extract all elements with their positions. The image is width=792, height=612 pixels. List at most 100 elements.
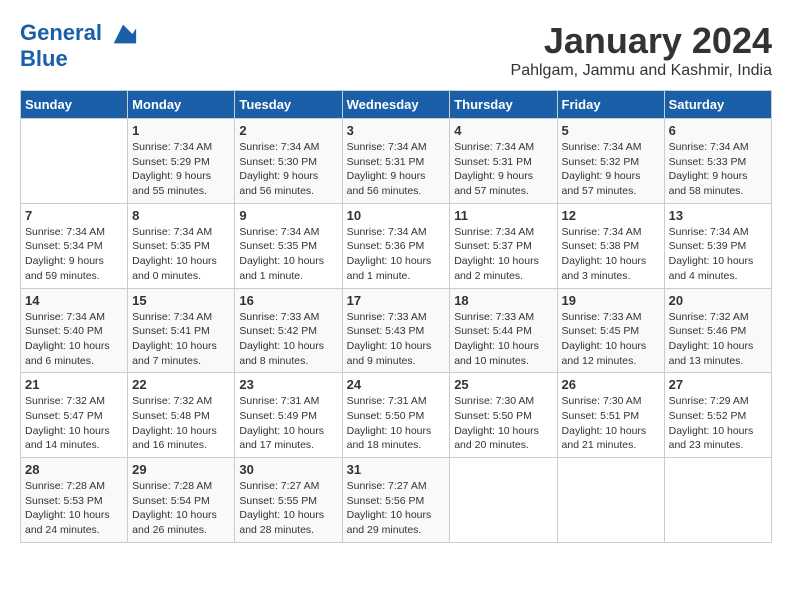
calendar-cell: 17 Sunrise: 7:33 AMSunset: 5:43 PMDayligh… bbox=[342, 288, 450, 373]
calendar-cell bbox=[557, 458, 664, 543]
day-number: 17 bbox=[347, 293, 446, 308]
day-number: 7 bbox=[25, 208, 123, 223]
day-info: Sunrise: 7:33 AMSunset: 5:43 PMDaylight:… bbox=[347, 310, 446, 369]
day-info: Sunrise: 7:34 AMSunset: 5:32 PMDaylight:… bbox=[562, 140, 660, 199]
day-number: 22 bbox=[132, 377, 230, 392]
day-number: 25 bbox=[454, 377, 552, 392]
page-header: General Blue January 2024 Pahlgam, Jammu… bbox=[20, 20, 772, 80]
day-info: Sunrise: 7:32 AMSunset: 5:46 PMDaylight:… bbox=[669, 310, 767, 369]
day-number: 15 bbox=[132, 293, 230, 308]
day-number: 28 bbox=[25, 462, 123, 477]
day-number: 31 bbox=[347, 462, 446, 477]
day-info: Sunrise: 7:27 AMSunset: 5:55 PMDaylight:… bbox=[239, 479, 337, 538]
logo-text: General bbox=[20, 20, 138, 48]
calendar-cell: 31Sunrise: 7:27 AMSunset: 5:56 PMDayligh… bbox=[342, 458, 450, 543]
day-info: Sunrise: 7:28 AMSunset: 5:53 PMDaylight:… bbox=[25, 479, 123, 538]
day-info: Sunrise: 7:34 AMSunset: 5:39 PMDaylight:… bbox=[669, 225, 767, 284]
column-header-thursday: Thursday bbox=[450, 91, 557, 119]
calendar-cell: 19Sunrise: 7:33 AMSunset: 5:45 PMDayligh… bbox=[557, 288, 664, 373]
day-info: Sunrise: 7:30 AMSunset: 5:51 PMDaylight:… bbox=[562, 394, 660, 453]
calendar-cell: 27Sunrise: 7:29 AMSunset: 5:52 PMDayligh… bbox=[664, 373, 771, 458]
calendar-cell: 28 Sunrise: 7:28 AMSunset: 5:53 PMDayligh… bbox=[21, 458, 128, 543]
calendar-week-2: 7 Sunrise: 7:34 AMSunset: 5:34 PMDaylight… bbox=[21, 203, 772, 288]
calendar-week-1: 1Sunrise: 7:34 AMSunset: 5:29 PMDaylight… bbox=[21, 119, 772, 204]
calendar-cell: 30Sunrise: 7:27 AMSunset: 5:55 PMDayligh… bbox=[235, 458, 342, 543]
day-info: Sunrise: 7:34 AMSunset: 5:33 PMDaylight:… bbox=[669, 140, 767, 199]
calendar-cell: 3Sunrise: 7:34 AMSunset: 5:31 PMDaylight… bbox=[342, 119, 450, 204]
day-number: 4 bbox=[454, 123, 552, 138]
calendar-cell: 7 Sunrise: 7:34 AMSunset: 5:34 PMDaylight… bbox=[21, 203, 128, 288]
day-number: 26 bbox=[562, 377, 660, 392]
day-info: Sunrise: 7:34 AMSunset: 5:36 PMDaylight:… bbox=[347, 225, 446, 284]
calendar-cell bbox=[664, 458, 771, 543]
day-info: Sunrise: 7:34 AMSunset: 5:31 PMDaylight:… bbox=[454, 140, 552, 199]
day-number: 11 bbox=[454, 208, 552, 223]
day-info: Sunrise: 7:29 AMSunset: 5:52 PMDaylight:… bbox=[669, 394, 767, 453]
day-info: Sunrise: 7:33 AMSunset: 5:42 PMDaylight:… bbox=[239, 310, 337, 369]
calendar-cell: 24Sunrise: 7:31 AMSunset: 5:50 PMDayligh… bbox=[342, 373, 450, 458]
day-number: 10 bbox=[347, 208, 446, 223]
calendar-cell: 14Sunrise: 7:34 AMSunset: 5:40 PMDayligh… bbox=[21, 288, 128, 373]
day-number: 13 bbox=[669, 208, 767, 223]
calendar-cell: 11 Sunrise: 7:34 AMSunset: 5:37 PMDayligh… bbox=[450, 203, 557, 288]
calendar-header-row: SundayMondayTuesdayWednesdayThursdayFrid… bbox=[21, 91, 772, 119]
calendar-cell: 4 Sunrise: 7:34 AMSunset: 5:31 PMDaylight… bbox=[450, 119, 557, 204]
day-number: 18 bbox=[454, 293, 552, 308]
day-number: 8 bbox=[132, 208, 230, 223]
column-header-sunday: Sunday bbox=[21, 91, 128, 119]
calendar-week-4: 21 Sunrise: 7:32 AMSunset: 5:47 PMDayligh… bbox=[21, 373, 772, 458]
day-info: Sunrise: 7:32 AMSunset: 5:47 PMDaylight:… bbox=[25, 394, 123, 453]
calendar-cell: 15Sunrise: 7:34 AMSunset: 5:41 PMDayligh… bbox=[128, 288, 235, 373]
day-number: 24 bbox=[347, 377, 446, 392]
calendar-table: SundayMondayTuesdayWednesdayThursdayFrid… bbox=[20, 90, 772, 543]
day-info: Sunrise: 7:34 AMSunset: 5:37 PMDaylight:… bbox=[454, 225, 552, 284]
day-info: Sunrise: 7:33 AMSunset: 5:44 PMDaylight:… bbox=[454, 310, 552, 369]
day-number: 20 bbox=[669, 293, 767, 308]
day-number: 2 bbox=[239, 123, 337, 138]
calendar-body: 1Sunrise: 7:34 AMSunset: 5:29 PMDaylight… bbox=[21, 119, 772, 543]
calendar-cell: 26 Sunrise: 7:30 AMSunset: 5:51 PMDayligh… bbox=[557, 373, 664, 458]
column-header-wednesday: Wednesday bbox=[342, 91, 450, 119]
day-number: 21 bbox=[25, 377, 123, 392]
column-header-tuesday: Tuesday bbox=[235, 91, 342, 119]
day-info: Sunrise: 7:34 AMSunset: 5:40 PMDaylight:… bbox=[25, 310, 123, 369]
day-info: Sunrise: 7:34 AMSunset: 5:35 PMDaylight:… bbox=[239, 225, 337, 284]
calendar-week-5: 28 Sunrise: 7:28 AMSunset: 5:53 PMDayligh… bbox=[21, 458, 772, 543]
calendar-cell bbox=[450, 458, 557, 543]
calendar-cell: 8 Sunrise: 7:34 AMSunset: 5:35 PMDaylight… bbox=[128, 203, 235, 288]
column-header-saturday: Saturday bbox=[664, 91, 771, 119]
day-info: Sunrise: 7:32 AMSunset: 5:48 PMDaylight:… bbox=[132, 394, 230, 453]
title-block: January 2024 Pahlgam, Jammu and Kashmir,… bbox=[511, 20, 772, 80]
column-header-monday: Monday bbox=[128, 91, 235, 119]
logo-line2: Blue bbox=[20, 48, 138, 70]
calendar-cell: 25 Sunrise: 7:30 AMSunset: 5:50 PMDayligh… bbox=[450, 373, 557, 458]
calendar-cell: 5 Sunrise: 7:34 AMSunset: 5:32 PMDaylight… bbox=[557, 119, 664, 204]
calendar-cell: 1Sunrise: 7:34 AMSunset: 5:29 PMDaylight… bbox=[128, 119, 235, 204]
calendar-cell: 29 Sunrise: 7:28 AMSunset: 5:54 PMDayligh… bbox=[128, 458, 235, 543]
logo-icon bbox=[110, 20, 138, 48]
day-info: Sunrise: 7:30 AMSunset: 5:50 PMDaylight:… bbox=[454, 394, 552, 453]
calendar-cell bbox=[21, 119, 128, 204]
day-info: Sunrise: 7:34 AMSunset: 5:30 PMDaylight:… bbox=[239, 140, 337, 199]
calendar-cell: 13 Sunrise: 7:34 AMSunset: 5:39 PMDayligh… bbox=[664, 203, 771, 288]
calendar-cell: 12 Sunrise: 7:34 AMSunset: 5:38 PMDayligh… bbox=[557, 203, 664, 288]
calendar-cell: 21 Sunrise: 7:32 AMSunset: 5:47 PMDayligh… bbox=[21, 373, 128, 458]
day-info: Sunrise: 7:34 AMSunset: 5:38 PMDaylight:… bbox=[562, 225, 660, 284]
calendar-cell: 9 Sunrise: 7:34 AMSunset: 5:35 PMDaylight… bbox=[235, 203, 342, 288]
day-number: 12 bbox=[562, 208, 660, 223]
day-info: Sunrise: 7:34 AMSunset: 5:29 PMDaylight:… bbox=[132, 140, 230, 199]
day-number: 23 bbox=[239, 377, 337, 392]
day-info: Sunrise: 7:34 AMSunset: 5:35 PMDaylight:… bbox=[132, 225, 230, 284]
day-info: Sunrise: 7:34 AMSunset: 5:34 PMDaylight:… bbox=[25, 225, 123, 284]
day-info: Sunrise: 7:34 AMSunset: 5:31 PMDaylight:… bbox=[347, 140, 446, 199]
day-number: 6 bbox=[669, 123, 767, 138]
day-number: 29 bbox=[132, 462, 230, 477]
day-info: Sunrise: 7:28 AMSunset: 5:54 PMDaylight:… bbox=[132, 479, 230, 538]
day-number: 16 bbox=[239, 293, 337, 308]
day-number: 9 bbox=[239, 208, 337, 223]
day-number: 5 bbox=[562, 123, 660, 138]
column-header-friday: Friday bbox=[557, 91, 664, 119]
calendar-cell: 16 Sunrise: 7:33 AMSunset: 5:42 PMDayligh… bbox=[235, 288, 342, 373]
calendar-cell: 2 Sunrise: 7:34 AMSunset: 5:30 PMDaylight… bbox=[235, 119, 342, 204]
day-number: 19 bbox=[562, 293, 660, 308]
